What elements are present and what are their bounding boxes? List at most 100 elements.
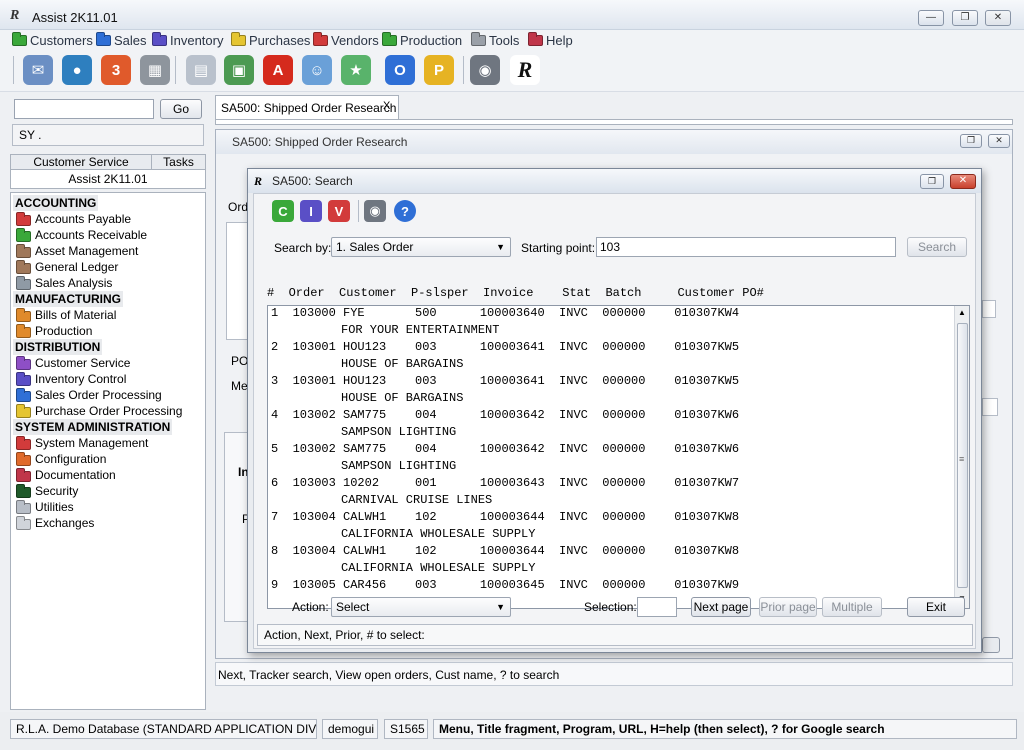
result-row[interactable]: 7 103004 CALWH1 102 100003644 INVC 00000… <box>271 509 739 526</box>
nav-item-inventory-control[interactable]: Inventory Control <box>14 371 126 387</box>
quick-launch-input[interactable] <box>14 99 154 119</box>
folder-icon <box>16 404 31 418</box>
nav-item-configuration[interactable]: Configuration <box>14 451 106 467</box>
dialog-toolbar: C I V ◉? <box>268 196 428 226</box>
v-tool-icon[interactable]: V <box>328 200 350 222</box>
dialog-restore-button[interactable]: ❐ <box>920 174 944 189</box>
nav-item-customer-service[interactable]: Customer Service <box>14 355 130 371</box>
result-row[interactable]: 5 103002 SAM775 004 100003642 INVC 00000… <box>271 441 739 458</box>
nav-item-label: Bills of Material <box>35 308 117 322</box>
search-by-select[interactable]: 1. Sales Order ▼ <box>331 237 511 257</box>
result-row[interactable]: 9 103005 CAR456 003 100003645 INVC 00000… <box>271 577 739 594</box>
nav-item-label: Configuration <box>35 452 107 466</box>
nav-item-production[interactable]: Production <box>14 323 92 339</box>
result-row[interactable]: 1 103000 FYE 500 100003640 INVC 000000 0… <box>271 306 739 322</box>
tab-customer-service[interactable]: Customer Service <box>10 154 152 170</box>
results-list[interactable]: 1 103000 FYE 500 100003640 INVC 000000 0… <box>267 305 970 609</box>
envelope-icon[interactable]: ✉ <box>23 55 53 85</box>
result-row[interactable]: 6 103003 10202 001 100003643 INVC 000000… <box>271 475 739 492</box>
calculator-icon[interactable]: ▦ <box>140 55 170 85</box>
action-label: Action: <box>292 600 329 614</box>
order-label: Ord <box>228 200 249 214</box>
tab-shipped-order-research[interactable]: SA500: Shipped Order Research <box>215 95 399 119</box>
acrobat-icon[interactable]: A <box>263 55 293 85</box>
star-icon[interactable]: ★ <box>341 55 371 85</box>
nav-item-documentation[interactable]: Documentation <box>14 467 116 483</box>
nav-item-purchase-order-processing[interactable]: Purchase Order Processing <box>14 403 182 419</box>
dialog-close-button[interactable]: ✕ <box>950 174 976 189</box>
menu-purchases[interactable]: Purchases <box>231 31 310 48</box>
right-field[interactable] <box>982 300 996 318</box>
nav-item-accounts-receivable[interactable]: Accounts Receivable <box>14 227 147 243</box>
publisher-icon[interactable]: P <box>424 55 454 85</box>
folder-icon <box>231 31 246 46</box>
restore-button[interactable]: ❐ <box>952 10 978 26</box>
menu-help[interactable]: Help <box>528 31 573 48</box>
menu-production[interactable]: Production <box>382 31 462 48</box>
camera-icon[interactable]: ◉ <box>364 200 386 222</box>
inner-window-titlebar: SA500: Shipped Order Research ❐ ✕ <box>216 130 1012 154</box>
users-icon[interactable]: ☺ <box>302 55 332 85</box>
menu-vendors[interactable]: Vendors <box>313 31 379 48</box>
outlook-icon[interactable]: O <box>385 55 415 85</box>
calendar-icon[interactable]: 3 <box>101 55 131 85</box>
status-bar: R.L.A. Demo Database (STANDARD APPLICATI… <box>0 712 1024 750</box>
starting-point-input[interactable] <box>596 237 896 257</box>
scroll-up-icon[interactable]: ▲ <box>958 308 966 317</box>
result-row[interactable]: 2 103001 HOU123 003 100003641 INVC 00000… <box>271 339 739 356</box>
report-icon[interactable]: ▣ <box>224 55 254 85</box>
tab-close-icon[interactable]: X <box>383 100 390 112</box>
system-field[interactable]: SY . <box>12 124 204 146</box>
multiple-button[interactable]: Multiple <box>822 597 882 617</box>
c-tool-icon[interactable]: C <box>272 200 294 222</box>
menu-customers[interactable]: Customers <box>12 31 93 48</box>
globe-icon[interactable]: ● <box>62 55 92 85</box>
nav-item-asset-management[interactable]: Asset Management <box>14 243 138 259</box>
nav-item-label: Accounts Payable <box>35 212 132 226</box>
folder-icon <box>16 372 31 386</box>
nav-item-bills-of-material[interactable]: Bills of Material <box>14 307 116 323</box>
search-button[interactable]: Search <box>907 237 967 257</box>
main-toolbar: ✉ ● 3 ▦ ▤ ▣ A ☺ ★ O P ◉ R <box>0 50 1024 92</box>
result-customer-name: HOUSE OF BARGAINS <box>341 357 464 371</box>
result-row[interactable]: 4 103002 SAM775 004 100003642 INVC 00000… <box>271 407 739 424</box>
nav-item-sales-analysis[interactable]: Sales Analysis <box>14 275 112 291</box>
folder-icon <box>16 244 31 258</box>
close-button[interactable]: ✕ <box>985 10 1011 26</box>
prior-page-button[interactable]: Prior page <box>759 597 817 617</box>
right-field-2[interactable] <box>982 398 998 416</box>
nav-item-accounts-payable[interactable]: Accounts Payable <box>14 211 131 227</box>
session-status: S1565 <box>384 719 428 739</box>
nav-item-exchanges[interactable]: Exchanges <box>14 515 94 531</box>
inner-restore-button[interactable]: ❐ <box>960 134 982 148</box>
camera-icon[interactable]: ◉ <box>470 55 500 85</box>
assist-logo-icon[interactable]: R <box>510 55 540 85</box>
action-select[interactable]: Select ▼ <box>331 597 511 617</box>
nav-item-sales-order-processing[interactable]: Sales Order Processing <box>14 387 162 403</box>
next-page-button[interactable]: Next page <box>691 597 751 617</box>
nav-item-utilities[interactable]: Utilities <box>14 499 74 515</box>
inner-action-button[interactable] <box>982 637 1000 653</box>
nav-item-general-ledger[interactable]: General Ledger <box>14 259 118 275</box>
database-status: R.L.A. Demo Database (STANDARD APPLICATI… <box>10 719 317 739</box>
i-tool-icon[interactable]: I <box>300 200 322 222</box>
exit-button[interactable]: Exit <box>907 597 965 617</box>
go-button[interactable]: Go <box>160 99 202 119</box>
menu-inventory[interactable]: Inventory <box>152 31 223 48</box>
toolbar-separator <box>175 56 176 84</box>
nav-item-label: Purchase Order Processing <box>35 404 183 418</box>
help-icon[interactable]: ? <box>394 200 416 222</box>
menu-tools[interactable]: Tools <box>471 31 519 48</box>
results-scrollbar[interactable]: ▲ ≡ ▼ <box>954 306 969 608</box>
inner-close-button[interactable]: ✕ <box>988 134 1010 148</box>
nav-item-system-management[interactable]: System Management <box>14 435 148 451</box>
tab-tasks[interactable]: Tasks <box>151 154 206 170</box>
selection-input[interactable] <box>637 597 677 617</box>
menu-sales[interactable]: Sales <box>96 31 147 48</box>
nav-item-security[interactable]: Security <box>14 483 78 499</box>
minimize-button[interactable]: — <box>918 10 944 26</box>
document-icon[interactable]: ▤ <box>186 55 216 85</box>
app-logo-icon: R <box>10 8 20 23</box>
result-row[interactable]: 3 103001 HOU123 003 100003641 INVC 00000… <box>271 373 739 390</box>
result-row[interactable]: 8 103004 CALWH1 102 100003644 INVC 00000… <box>271 543 739 560</box>
